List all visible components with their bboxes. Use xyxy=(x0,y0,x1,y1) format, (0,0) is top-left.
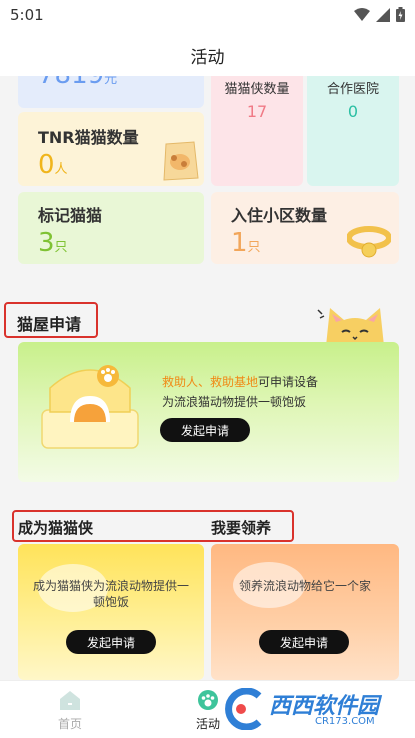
adopt-description: 领养流浪动物给它一个家 xyxy=(238,579,371,593)
donation-total-card: 7819元 xyxy=(18,76,204,108)
status-time: 5:01 xyxy=(10,6,44,24)
tab-home[interactable]: 首页 xyxy=(0,681,140,738)
status-icons xyxy=(354,7,405,22)
site-watermark: 西西软件园 CR173.COM xyxy=(219,686,409,732)
cat-house-apply-card[interactable]: 救助人、救助基地可申请设备 为流浪猫动物提供一顿饱饭 发起申请 xyxy=(18,342,399,482)
signal-icon xyxy=(376,7,390,22)
content-scroll[interactable]: 7819元 猫猫侠数量 17 合作医院 0 TNR猫猫数量 0人 标记猫猫 3只… xyxy=(0,76,415,680)
cat-hero-count-card: 猫猫侠数量 17 xyxy=(211,76,303,186)
cat-hero-count-value: 17 xyxy=(246,102,268,121)
cat-collar-icon xyxy=(347,226,391,258)
adopt-apply-button[interactable]: 发起申请 xyxy=(259,630,349,654)
watermark-logo-icon xyxy=(225,688,262,730)
watermark-sub-text: CR173.COM xyxy=(315,716,375,727)
cat-house-icon xyxy=(41,365,139,449)
cat-house-apply-button[interactable]: 发起申请 xyxy=(160,418,250,442)
become-hero-card[interactable]: 成为猫猫侠为流浪动物提供一顿饱饭 发起申请 xyxy=(18,544,204,680)
become-hero-apply-button[interactable]: 发起申请 xyxy=(66,630,156,654)
partner-hospital-label: 合作医院 xyxy=(326,82,379,97)
cat-face-icon xyxy=(317,308,384,346)
cat-house-title: 猫屋申请 xyxy=(17,315,82,334)
adopt-card[interactable]: 领养流浪动物给它一个家 发起申请 xyxy=(211,544,399,680)
tnr-count-card: TNR猫猫数量 0人 xyxy=(18,112,204,186)
community-count-value: 1只 xyxy=(231,228,261,258)
cat-house-description: 救助人、救助基地可申请设备 为流浪猫动物提供一顿饱饭 xyxy=(162,375,319,409)
paw-icon xyxy=(198,690,218,710)
tab-home-label: 首页 xyxy=(57,717,82,731)
status-bar: 5:01 xyxy=(0,0,415,30)
adopt-title: 我要领养 xyxy=(211,519,272,537)
become-hero-description: 成为猫猫侠为流浪动物提供一顿饱饭 xyxy=(32,579,189,609)
tagged-cats-label: 标记猫猫 xyxy=(38,206,103,225)
tagged-cats-card: 标记猫猫 3只 xyxy=(18,192,204,264)
donation-total-value: 7819元 xyxy=(38,76,118,90)
community-count-card: 入住小区数量 1只 xyxy=(211,192,399,264)
title-bar: 活动 xyxy=(0,30,415,76)
home-icon xyxy=(60,691,80,710)
tnr-count-label: TNR猫猫数量 xyxy=(38,128,139,147)
partner-hospital-value: 0 xyxy=(347,102,359,121)
community-count-label: 入住小区数量 xyxy=(231,206,328,225)
tagged-cats-value: 3只 xyxy=(38,228,68,258)
tnr-count-value: 0人 xyxy=(38,150,68,180)
become-hero-title: 成为猫猫侠 xyxy=(18,519,94,537)
cat-hero-count-label: 猫猫侠数量 xyxy=(224,82,290,97)
wifi-icon xyxy=(354,7,370,21)
cat-house-highlight: 救助人、救助基地 xyxy=(162,375,259,389)
cat-food-bag-icon xyxy=(163,141,199,181)
page-title: 活动 xyxy=(190,48,225,68)
partner-hospital-card: 合作医院 0 xyxy=(307,76,399,186)
battery-icon xyxy=(396,7,405,22)
